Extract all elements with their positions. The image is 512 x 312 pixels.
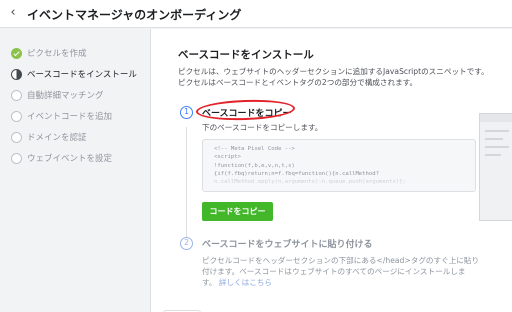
- description-line: ピクセルコードをヘッダーセクションの下部にある</head>タグのすぐ上に貼り: [202, 256, 480, 265]
- code-preview-thumbnail: [479, 113, 512, 221]
- top-bar: ‹ イベントマネージャのオンボーディング: [0, 0, 512, 28]
- sidebar-item-label: イベントコードを追加: [27, 112, 113, 122]
- preview-line: [485, 146, 509, 148]
- description-line: ピクセルは、ウェブサイトのヘッダーセクションに追加するJavaScriptのスニ…: [178, 67, 489, 76]
- sidebar-item-verify-domain[interactable]: ドメインを認証: [11, 130, 87, 144]
- code-line: <!-- Meta Pixel Code -->: [214, 146, 295, 152]
- code-line: <script>: [214, 154, 241, 161]
- checkmark-icon: [11, 47, 22, 59]
- step-number-2: 2: [180, 237, 193, 250]
- empty-circle-icon: [11, 89, 22, 101]
- step-connector: [186, 127, 187, 237]
- sidebar-item-label: ウェブイベントを設定: [27, 154, 113, 164]
- code-line: {if(f.fbq)return;n=f.fbq=function(){n.ca…: [214, 170, 380, 177]
- section-heading: ベースコードをインストール: [178, 49, 314, 61]
- sidebar-item-add-event-code[interactable]: イベントコードを追加: [11, 109, 112, 123]
- sidebar-item-label: 自動詳細マッチング: [27, 91, 104, 101]
- description-line: 付けます。ベースコードはウェブサイトのすべてのページにインストールしま: [202, 267, 466, 276]
- step-1-title: ベースコードをコピー: [202, 109, 292, 119]
- preview-line: [485, 130, 509, 132]
- empty-circle-icon: [11, 110, 22, 122]
- step-2-title: ベースコードをウェブサイトに貼り付ける: [202, 240, 373, 250]
- step-2-description: ピクセルコードをヘッダーセクションの下部にある</head>タグのすぐ上に貼り …: [202, 255, 502, 288]
- back-arrow-icon[interactable]: ‹: [6, 5, 20, 21]
- description-line: ピクセルはベースコードとイベントタグの2つの部分で構成されます。: [178, 78, 418, 87]
- section-description: ピクセルは、ウェブサイトのヘッダーセクションに追加するJavaScriptのスニ…: [178, 66, 508, 88]
- sidebar-item-web-events[interactable]: ウェブイベントを設定: [11, 151, 112, 165]
- preview-line: [485, 138, 503, 140]
- page-title: イベントマネージャのオンボーディング: [27, 8, 242, 22]
- empty-circle-icon: [11, 152, 22, 164]
- empty-circle-icon: [11, 131, 22, 143]
- sidebar-item-label: ドメインを認証: [27, 133, 87, 143]
- sidebar-item-install-base-code[interactable]: ベースコードをインストール: [11, 67, 137, 81]
- code-line: n.callMethod.apply(n,arguments):n.queue.…: [214, 179, 406, 186]
- step-1-subtitle: 下のベースコードをコピーします。: [202, 123, 323, 132]
- step-number-1: 1: [180, 106, 193, 119]
- sidebar-item-create-pixel[interactable]: ピクセルを作成: [11, 46, 87, 60]
- in-progress-icon: [11, 68, 22, 80]
- code-line: !function(f,b,e,v,n,t,s): [214, 162, 295, 169]
- preview-header: [480, 114, 512, 122]
- preview-line: [485, 154, 501, 156]
- sidebar-item-label: ベースコードをインストール: [27, 70, 137, 80]
- sidebar: ピクセルを作成 ベースコードをインストール 自動詳細マッチング イベントコードを…: [0, 29, 142, 312]
- description-line: す。 詳しくはこちら: [202, 277, 502, 288]
- sidebar-item-auto-advanced-matching[interactable]: 自動詳細マッチング: [11, 88, 104, 102]
- description-tail: す。: [202, 278, 217, 287]
- learn-more-link[interactable]: 詳しくはこちら: [219, 278, 272, 287]
- copy-code-button[interactable]: コードをコピー: [202, 202, 273, 221]
- main-panel: ベースコードをインストール ピクセルは、ウェブサイトのヘッダーセクションに追加す…: [150, 29, 512, 312]
- base-code-box[interactable]: <!-- Meta Pixel Code --> <script> !funct…: [202, 139, 476, 192]
- sidebar-item-label: ピクセルを作成: [27, 49, 87, 59]
